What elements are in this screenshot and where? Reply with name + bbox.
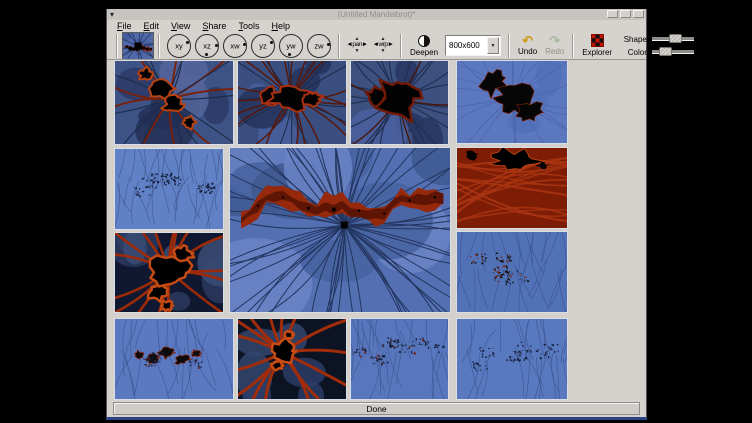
menu-view[interactable]: View	[165, 21, 196, 32]
color-slider[interactable]	[652, 50, 694, 54]
image-size-select[interactable]: 800x600 ▼	[445, 35, 501, 56]
fractal-variant-r1c4[interactable]	[456, 60, 568, 144]
color-slider-row: Color: 11.8	[618, 48, 717, 57]
menu-tools[interactable]: Tools	[232, 21, 265, 32]
rotation-dial-xy[interactable]: xy	[167, 34, 191, 58]
fractal-variant-r3c4[interactable]	[456, 231, 568, 313]
explorer-button[interactable]: Explorer	[582, 34, 612, 57]
fractal-preview-thumbnail[interactable]	[122, 32, 154, 60]
explorer-checker-icon	[591, 34, 604, 47]
fractal-variant-r1c3[interactable]	[350, 60, 449, 145]
rotation-dial-yw[interactable]: yw	[279, 34, 303, 58]
menu-share[interactable]: Share	[196, 21, 232, 32]
dial-marker-dot	[205, 53, 208, 56]
shape-slider[interactable]	[652, 37, 694, 41]
shape-slider-handle[interactable]	[669, 34, 682, 43]
fractal-variant-r1c2[interactable]	[237, 60, 347, 145]
dial-label: yw	[280, 41, 302, 50]
redo-label: Redo	[545, 47, 564, 56]
explorer-label: Explorer	[582, 48, 612, 57]
warp-spinner[interactable]: ▲ ◄wrp► ▼	[371, 37, 395, 54]
fractal-current-center[interactable]	[229, 147, 451, 313]
toolbar-separator	[572, 34, 574, 58]
deepen-button[interactable]: Deepen	[410, 35, 438, 57]
fractal-variant-r4c2[interactable]	[237, 318, 347, 400]
redo-button[interactable]: ↷ Redo	[545, 35, 564, 56]
window-title: (Untitled Mandelbrot)*	[147, 10, 606, 19]
fractal-variant-r1c1[interactable]	[114, 60, 234, 145]
dial-marker-dot	[327, 43, 330, 46]
toolbar-separator	[400, 34, 402, 58]
desktop-background: ▾ (Untitled Mandelbrot)* FileEditViewSha…	[0, 0, 752, 423]
redo-arrow-icon: ↷	[549, 35, 560, 46]
chevron-down-icon[interactable]: ▼	[487, 37, 499, 54]
toolbar-separator	[508, 34, 510, 58]
fractal-variant-r4c4[interactable]	[456, 318, 568, 400]
app-window: ▾ (Untitled Mandelbrot)* FileEditViewSha…	[106, 9, 647, 420]
rotation-dials: xyxzxwyzywzw	[167, 34, 331, 58]
window-menu-icon[interactable]: ▾	[110, 10, 114, 19]
slider-group: Shape: 61.3 Color: 11.8	[618, 35, 717, 57]
deepen-label: Deepen	[410, 48, 438, 57]
menu-help[interactable]: Help	[265, 21, 296, 32]
status-bar: Done	[113, 402, 640, 415]
shape-value: 61.3	[697, 35, 717, 44]
fractal-variant-r4c3[interactable]	[350, 318, 449, 400]
shape-label: Shape:	[618, 35, 649, 44]
color-slider-handle[interactable]	[659, 47, 672, 56]
shape-slider-row: Shape: 61.3	[618, 35, 717, 44]
maximize-button[interactable]	[620, 10, 631, 18]
pan-spinner[interactable]: ▲ ◄pan► ▼	[345, 37, 369, 54]
fractal-variant-r4c1[interactable]	[114, 318, 234, 400]
toolbar-grip	[116, 34, 118, 58]
rotation-dial-xz[interactable]: xz	[195, 34, 219, 58]
menu-file[interactable]: File	[111, 21, 138, 32]
pan-down-arrow-icon[interactable]: ▼	[355, 49, 360, 54]
rotation-dial-zw[interactable]: zw	[307, 34, 331, 58]
menu-bar: FileEditViewShareToolsHelp	[107, 20, 646, 32]
fractal-variant-r2c1[interactable]	[114, 148, 224, 230]
color-label: Color:	[618, 48, 649, 57]
image-size-value: 800x600	[446, 41, 487, 50]
color-value: 11.8	[697, 48, 717, 57]
menu-edit[interactable]: Edit	[138, 21, 166, 32]
rotation-dial-xw[interactable]: xw	[223, 34, 247, 58]
undo-button[interactable]: ↶ Undo	[518, 35, 537, 56]
warp-down-arrow-icon[interactable]: ▼	[381, 49, 386, 54]
toolbar-separator	[338, 34, 340, 58]
fractal-variant-r3c1[interactable]	[114, 232, 224, 313]
status-text: Done	[366, 404, 386, 414]
dial-marker-dot	[215, 44, 218, 47]
toolbar-separator	[158, 34, 160, 58]
fractal-variant-r2c4[interactable]	[456, 147, 568, 229]
undo-arrow-icon: ↶	[522, 35, 533, 46]
minimize-button[interactable]	[607, 10, 618, 18]
rotation-dial-yz[interactable]: yz	[251, 34, 275, 58]
window-controls	[607, 10, 644, 18]
half-moon-icon	[418, 35, 430, 47]
toolbar: xyxzxwyzywzw ▲ ◄pan► ▼ ▲ ◄wrp► ▼ Deepen …	[107, 32, 646, 59]
close-button[interactable]	[633, 10, 644, 18]
undo-label: Undo	[518, 47, 537, 56]
dial-marker-dot	[288, 53, 291, 56]
